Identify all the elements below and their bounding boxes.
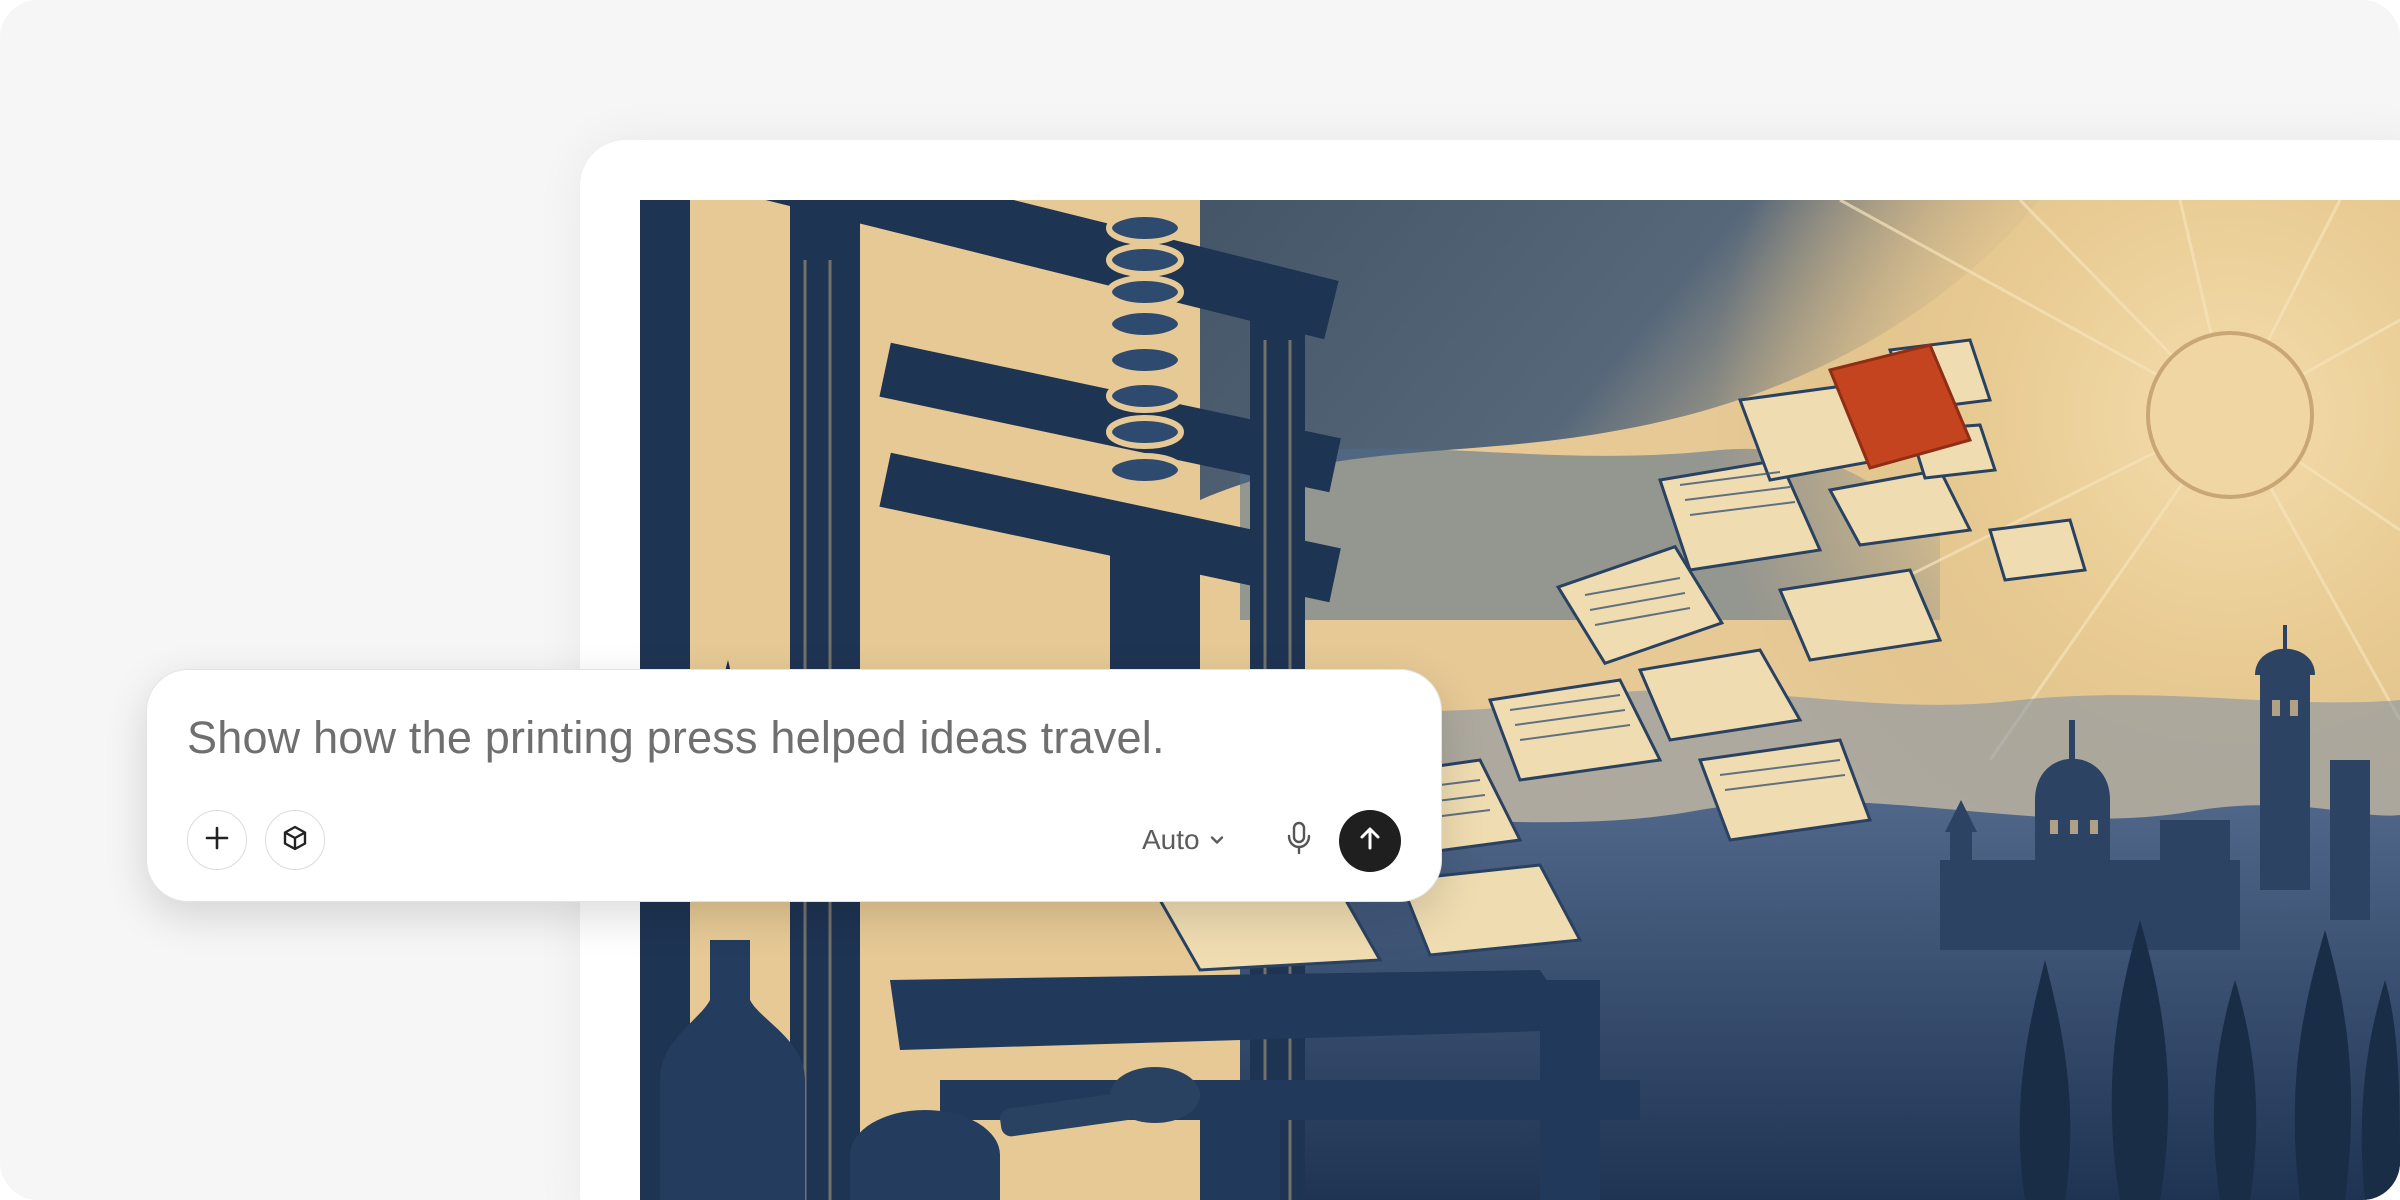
page-background: Show how the printing press helped ideas… xyxy=(0,0,2400,1200)
model-label: Auto xyxy=(1142,824,1200,855)
cube-icon xyxy=(281,824,309,857)
plus-icon xyxy=(204,825,230,856)
model-selector[interactable]: Auto xyxy=(1142,818,1226,862)
prompt-input[interactable]: Show how the printing press helped ideas… xyxy=(187,712,1401,764)
chevron-down-icon xyxy=(1208,824,1226,856)
microphone-icon xyxy=(1286,821,1312,860)
tools-button[interactable] xyxy=(265,810,325,870)
voice-input-button[interactable] xyxy=(1269,810,1329,870)
arrow-up-icon xyxy=(1356,825,1384,858)
prompt-composer: Show how the printing press helped ideas… xyxy=(146,669,1442,902)
send-button[interactable] xyxy=(1339,810,1401,872)
add-attachment-button[interactable] xyxy=(187,810,247,870)
